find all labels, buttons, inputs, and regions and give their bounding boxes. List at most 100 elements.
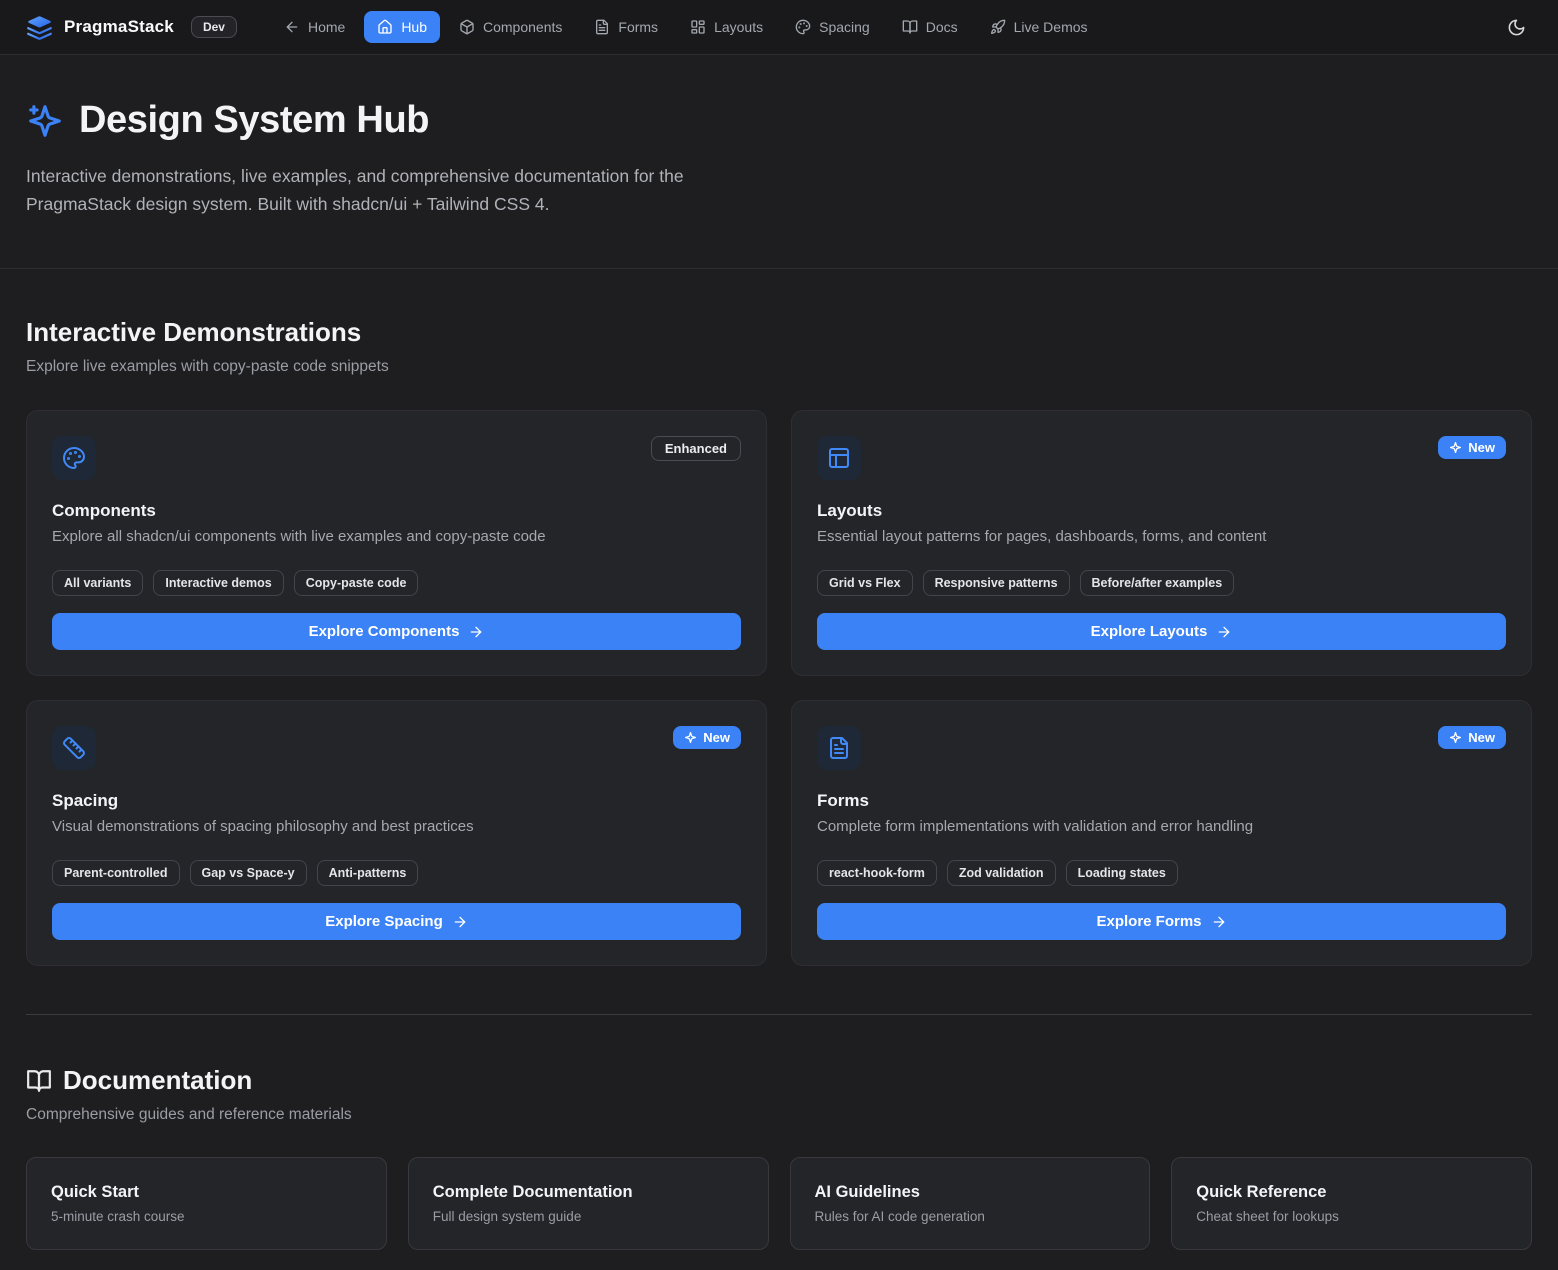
demo-card-forms: New Forms Complete form implementations …	[791, 700, 1532, 966]
demos-section-head: Interactive Demonstrations Explore live …	[26, 269, 1532, 376]
components-card-icon-tile	[52, 436, 96, 480]
spacing-card-icon-tile	[52, 726, 96, 770]
tag: Grid vs Flex	[817, 570, 913, 596]
nav-item-label: Components	[483, 19, 562, 35]
card-description: Essential layout patterns for pages, das…	[817, 528, 1506, 545]
rocket-icon	[990, 19, 1006, 35]
demo-card-components: Enhanced Components Explore all shadcn/u…	[26, 410, 767, 676]
nav-item-layouts[interactable]: Layouts	[677, 11, 776, 43]
sparkles-icon	[26, 102, 64, 140]
doc-card-quick-start[interactable]: Quick Start 5-minute crash course	[26, 1157, 387, 1250]
tag-row: All variants Interactive demos Copy-past…	[52, 570, 741, 596]
tag: Anti-patterns	[317, 860, 419, 886]
nav-item-hub[interactable]: Hub	[364, 11, 440, 43]
new-badge: New	[1438, 726, 1506, 749]
doc-card-title: AI Guidelines	[815, 1183, 1126, 1202]
doc-card-title: Quick Start	[51, 1183, 362, 1202]
nav-item-forms[interactable]: Forms	[581, 11, 671, 43]
doc-card-description: Full design system guide	[433, 1209, 744, 1224]
nav-item-label: Hub	[401, 19, 427, 35]
doc-card-title: Quick Reference	[1196, 1183, 1507, 1202]
card-description: Visual demonstrations of spacing philoso…	[52, 818, 741, 835]
demo-card-spacing: New Spacing Visual demonstrations of spa…	[26, 700, 767, 966]
dev-badge: Dev	[191, 16, 237, 38]
house-icon	[377, 19, 393, 35]
nav-item-components[interactable]: Components	[446, 11, 575, 43]
moon-icon	[1507, 18, 1526, 37]
top-navbar: PragmaStack Dev Home Hub Components Form…	[0, 0, 1558, 55]
doc-card-ai-guidelines[interactable]: AI Guidelines Rules for AI code generati…	[790, 1157, 1151, 1250]
hero-section: Design System Hub Interactive demonstrat…	[0, 55, 1558, 269]
page-title: Design System Hub	[79, 99, 429, 142]
arrow-right-icon	[468, 624, 484, 640]
docs-section-head: Documentation Comprehensive guides and r…	[26, 1015, 1532, 1124]
nav-item-label: Forms	[618, 19, 658, 35]
enhanced-badge: Enhanced	[651, 436, 741, 461]
tag-row: Grid vs Flex Responsive patterns Before/…	[817, 570, 1506, 596]
palette-icon	[795, 19, 811, 35]
file-text-icon	[827, 736, 851, 760]
tag: Before/after examples	[1080, 570, 1235, 596]
button-label: Explore Layouts	[1091, 623, 1208, 640]
explore-components-button[interactable]: Explore Components	[52, 613, 741, 650]
sparkles-icon	[1449, 441, 1462, 454]
explore-spacing-button[interactable]: Explore Spacing	[52, 903, 741, 940]
nav-item-docs[interactable]: Docs	[889, 11, 971, 43]
tag: Responsive patterns	[923, 570, 1070, 596]
card-title: Forms	[817, 791, 1506, 811]
doc-card-description: Cheat sheet for lookups	[1196, 1209, 1507, 1224]
theme-toggle-button[interactable]	[1501, 12, 1532, 43]
card-title: Spacing	[52, 791, 741, 811]
ruler-icon	[62, 736, 86, 760]
main-nav: Home Hub Components Forms Layouts Spacin…	[271, 11, 1101, 43]
doc-card-grid: Quick Start 5-minute crash course Comple…	[26, 1157, 1532, 1250]
doc-card-description: Rules for AI code generation	[815, 1209, 1126, 1224]
doc-card-title: Complete Documentation	[433, 1183, 744, 1202]
package-icon	[459, 19, 475, 35]
nav-item-label: Home	[308, 19, 345, 35]
demos-heading: Interactive Demonstrations	[26, 317, 1532, 348]
file-text-icon	[594, 19, 610, 35]
badge-label: New	[1468, 730, 1495, 745]
main-content: Interactive Demonstrations Explore live …	[0, 269, 1558, 1270]
arrow-right-icon	[452, 914, 468, 930]
nav-item-label: Docs	[926, 19, 958, 35]
nav-item-spacing[interactable]: Spacing	[782, 11, 883, 43]
arrow-right-icon	[1211, 914, 1227, 930]
nav-item-label: Live Demos	[1014, 19, 1088, 35]
layouts-card-icon-tile	[817, 436, 861, 480]
nav-item-home[interactable]: Home	[271, 11, 358, 43]
docs-subheading: Comprehensive guides and reference mater…	[26, 1106, 1532, 1124]
nav-item-label: Layouts	[714, 19, 763, 35]
layout-panel-icon	[827, 446, 851, 470]
card-title: Components	[52, 501, 741, 521]
badge-label: New	[1468, 440, 1495, 455]
docs-heading: Documentation	[63, 1065, 252, 1096]
brand[interactable]: PragmaStack Dev	[26, 14, 237, 41]
tag-row: Parent-controlled Gap vs Space-y Anti-pa…	[52, 860, 741, 886]
tag-row: react-hook-form Zod validation Loading s…	[817, 860, 1506, 886]
sparkles-icon	[684, 731, 697, 744]
page-subtitle: Interactive demonstrations, live example…	[26, 162, 774, 218]
forms-card-icon-tile	[817, 726, 861, 770]
book-open-icon	[26, 1068, 52, 1094]
doc-card-quick-reference[interactable]: Quick Reference Cheat sheet for lookups	[1171, 1157, 1532, 1250]
arrow-right-icon	[1216, 624, 1232, 640]
tag: Gap vs Space-y	[190, 860, 307, 886]
new-badge: New	[673, 726, 741, 749]
button-label: Explore Spacing	[325, 913, 443, 930]
doc-card-description: 5-minute crash course	[51, 1209, 362, 1224]
book-open-icon	[902, 19, 918, 35]
doc-card-complete-documentation[interactable]: Complete Documentation Full design syste…	[408, 1157, 769, 1250]
explore-forms-button[interactable]: Explore Forms	[817, 903, 1506, 940]
card-title: Layouts	[817, 501, 1506, 521]
layout-grid-icon	[690, 19, 706, 35]
button-label: Explore Components	[309, 623, 460, 640]
demos-subheading: Explore live examples with copy-paste co…	[26, 358, 1532, 376]
card-description: Explore all shadcn/ui components with li…	[52, 528, 741, 545]
arrow-left-icon	[284, 19, 300, 35]
new-badge: New	[1438, 436, 1506, 459]
nav-item-live-demos[interactable]: Live Demos	[977, 11, 1101, 43]
explore-layouts-button[interactable]: Explore Layouts	[817, 613, 1506, 650]
layers-logo-icon	[26, 14, 53, 41]
